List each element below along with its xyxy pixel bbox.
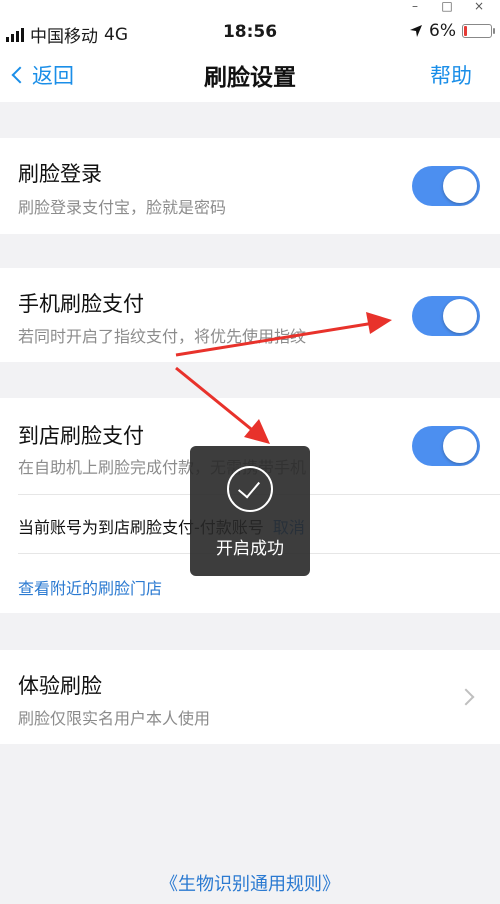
try-face-card[interactable]: 体验刷脸 刷脸仅限实名用户本人使用 (0, 650, 500, 744)
biometric-rules-link[interactable]: 《生物识别通用规则》 (0, 870, 500, 896)
location-icon (410, 25, 423, 37)
toggle-knob (443, 169, 477, 203)
help-button[interactable]: 帮助 (430, 60, 472, 90)
maximize-icon[interactable]: □ (440, 0, 454, 14)
toggle-knob (443, 299, 477, 333)
phone-face-pay-toggle[interactable] (412, 296, 480, 336)
try-face-subtitle: 刷脸仅限实名用户本人使用 (18, 709, 211, 728)
battery-icon (462, 24, 495, 38)
nearby-stores-link[interactable]: 查看附近的刷脸门店 (18, 575, 162, 599)
face-login-card: 刷脸登录 刷脸登录支付宝，脸就是密码 (0, 138, 500, 234)
check-circle-icon (227, 466, 273, 512)
navigation-bar: 返回 刷脸设置 帮助 (0, 50, 500, 102)
success-toast: 开启成功 (190, 446, 310, 576)
close-icon[interactable]: × (472, 0, 486, 14)
battery-percent: 6% (429, 21, 456, 41)
toast-message: 开启成功 (216, 539, 284, 559)
store-face-pay-title: 到店刷脸支付 (18, 424, 144, 448)
chevron-right-icon (457, 688, 475, 706)
try-face-title: 体验刷脸 (18, 674, 102, 698)
status-bar: 中国移动 4G 18:56 6% (0, 14, 500, 50)
phone-face-pay-title: 手机刷脸支付 (18, 292, 144, 316)
phone-face-pay-subtitle: 若同时开启了指纹支付，将优先使用指纹 (18, 327, 307, 346)
toggle-knob (443, 429, 477, 463)
minimize-icon[interactable]: – (408, 0, 422, 14)
window-title-bar: – □ × (0, 0, 500, 14)
page-title: 刷脸设置 (204, 65, 296, 91)
face-login-toggle[interactable] (412, 166, 480, 206)
face-login-subtitle: 刷脸登录支付宝，脸就是密码 (18, 198, 227, 217)
phone-face-pay-card: 手机刷脸支付 若同时开启了指纹支付，将优先使用指纹 (0, 268, 500, 362)
face-login-title: 刷脸登录 (18, 162, 102, 186)
store-face-pay-toggle[interactable] (412, 426, 480, 466)
